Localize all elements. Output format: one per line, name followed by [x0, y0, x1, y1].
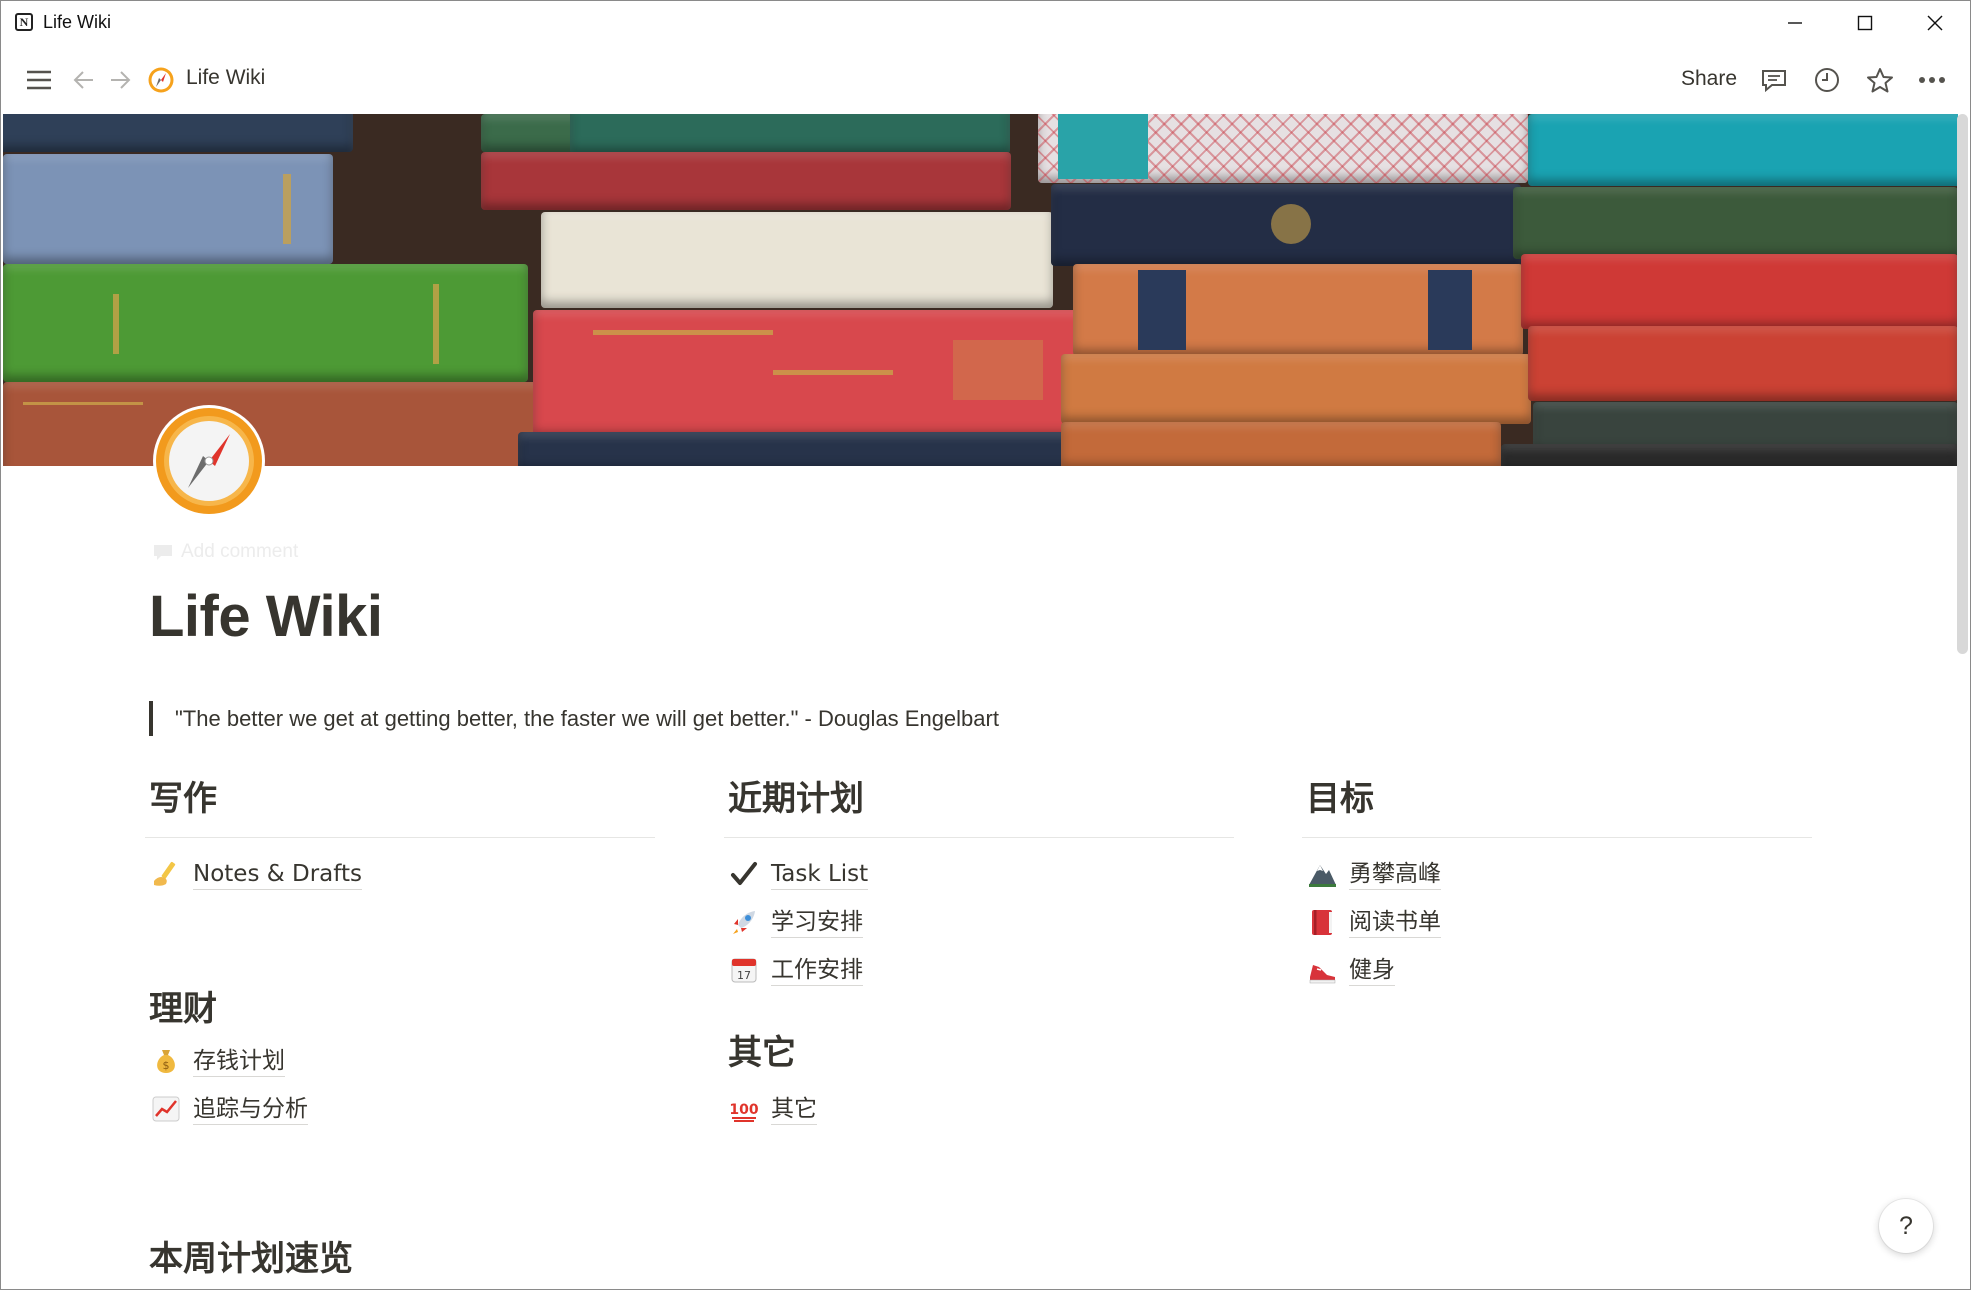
comments-button[interactable] [1756, 62, 1792, 98]
breadcrumb-page[interactable]: Life Wiki [186, 66, 265, 90]
page-link-notes-drafts[interactable]: Notes & Drafts [151, 854, 362, 894]
section-plans: 近期计划 [724, 777, 1238, 838]
page-link-work-plan[interactable]: 17 工作安排 [729, 950, 863, 990]
page-link-climb-peaks[interactable]: 勇攀高峰 [1307, 854, 1441, 894]
page-title[interactable]: Life Wiki [149, 583, 383, 650]
rocket-icon [729, 907, 759, 937]
updates-button[interactable] [1809, 62, 1845, 98]
hundred-points-icon: 100 [729, 1094, 759, 1124]
page-link-other[interactable]: 100 其它 [729, 1089, 817, 1129]
title-bar: N Life Wiki [1, 1, 1970, 45]
comment-icon [1762, 70, 1786, 92]
maximize-icon [1857, 15, 1873, 31]
scrollbar[interactable] [1957, 114, 1968, 654]
red-book-icon [1307, 907, 1337, 937]
svg-text:17: 17 [737, 969, 751, 982]
page-link-label: 健身 [1349, 955, 1395, 986]
svg-text:$: $ [163, 1059, 170, 1072]
more-options-button[interactable] [1914, 62, 1950, 98]
page-link-label: 工作安排 [771, 955, 863, 986]
section-heading-weekly[interactable]: 本周计划速览 [149, 1237, 659, 1281]
cover-image[interactable] [3, 114, 1958, 466]
page-link-label: Task List [771, 859, 869, 890]
comment-icon [154, 545, 172, 560]
minimize-icon [1788, 22, 1802, 24]
page-link-label: 勇攀高峰 [1349, 859, 1441, 890]
add-comment-button[interactable]: Add comment [153, 541, 298, 563]
writing-hand-icon [151, 859, 181, 889]
arrow-left-icon [73, 71, 93, 89]
notion-logo-icon: N [15, 13, 33, 31]
arrow-right-icon [111, 71, 131, 89]
close-button[interactable] [1900, 1, 1970, 45]
section-heading-writing[interactable]: 写作 [149, 777, 659, 821]
mountain-icon [1307, 859, 1337, 889]
star-icon [1867, 68, 1893, 93]
section-heading-finance[interactable]: 理财 [149, 987, 659, 1031]
check-mark-icon [729, 859, 759, 889]
calendar-icon: 17 [729, 955, 759, 985]
page-link-reading-list[interactable]: 阅读书单 [1307, 902, 1441, 942]
svg-text:100: 100 [729, 1102, 758, 1118]
page-link-label: 追踪与分析 [193, 1094, 308, 1125]
more-dots-icon [1919, 77, 1945, 83]
divider [724, 837, 1234, 838]
close-icon [1927, 15, 1943, 31]
page-link-label: Notes & Drafts [193, 859, 362, 890]
section-heading-other[interactable]: 其它 [728, 1031, 1238, 1075]
page-link-savings-plan[interactable]: $ 存钱计划 [151, 1041, 285, 1081]
page-topbar: Life Wiki Share [1, 49, 1970, 111]
compass-icon [148, 67, 174, 93]
section-writing: 写作 [145, 777, 659, 838]
section-weekly: 本周计划速览 [149, 1237, 659, 1281]
clock-icon [1815, 68, 1839, 92]
app-window: N Life Wiki Life Wiki Share Add comment … [0, 0, 1971, 1290]
section-other: 其它 [728, 1031, 1238, 1075]
page-link-label: 学习安排 [771, 907, 863, 938]
add-comment-label: Add comment [181, 541, 299, 562]
minimize-button[interactable] [1760, 1, 1830, 45]
page-link-tracking-analysis[interactable]: 追踪与分析 [151, 1089, 308, 1129]
page-link-study-plan[interactable]: 学习安排 [729, 902, 863, 942]
section-heading-goals[interactable]: 目标 [1306, 777, 1816, 821]
share-button[interactable]: Share [1681, 67, 1737, 91]
page-link-label: 存钱计划 [193, 1046, 285, 1077]
hamburger-menu-icon [27, 70, 51, 90]
section-finance: 理财 [149, 987, 659, 1031]
compass-page-icon[interactable] [152, 404, 266, 518]
back-button[interactable] [66, 62, 102, 98]
maximize-button[interactable] [1830, 1, 1900, 45]
forward-button[interactable] [102, 62, 138, 98]
page-link-task-list[interactable]: Task List [729, 854, 869, 894]
section-heading-plans[interactable]: 近期计划 [728, 777, 1238, 821]
quote-block[interactable]: "The better we get at getting better, th… [149, 701, 999, 736]
page-link-label: 其它 [771, 1094, 817, 1125]
running-shoe-icon [1307, 955, 1337, 985]
page-link-label: 阅读书单 [1349, 907, 1441, 938]
favorite-button[interactable] [1862, 62, 1898, 98]
divider [1302, 837, 1812, 838]
divider [145, 837, 655, 838]
window-title: Life Wiki [43, 12, 112, 32]
page-link-fitness[interactable]: 健身 [1307, 950, 1395, 990]
help-button[interactable]: ? [1879, 1199, 1933, 1253]
section-goals: 目标 [1302, 777, 1816, 838]
money-bag-icon: $ [151, 1046, 181, 1076]
sidebar-toggle-button[interactable] [21, 62, 57, 98]
chart-increasing-icon [151, 1094, 181, 1124]
